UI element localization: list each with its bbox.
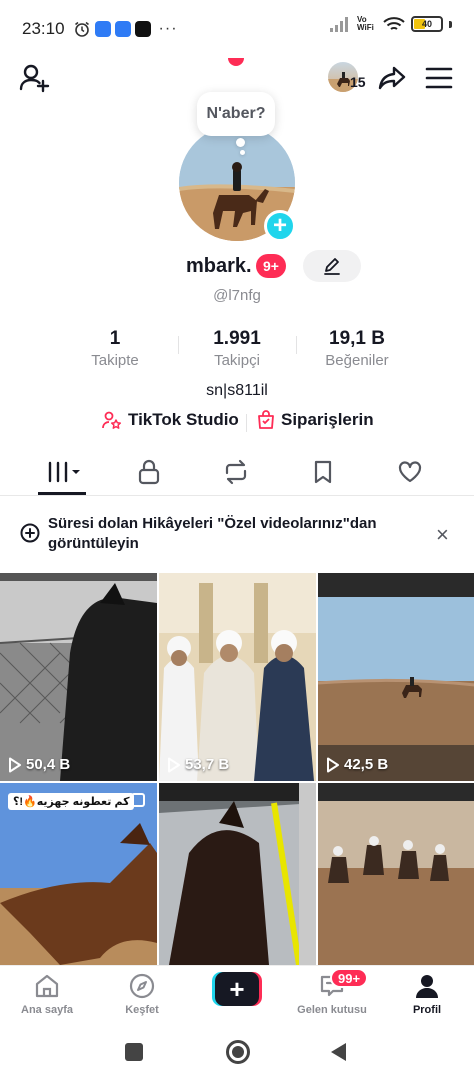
tab-favorites[interactable] (303, 456, 343, 488)
tab-reposts[interactable] (216, 456, 256, 488)
expired-stories-banner[interactable]: Süresi dolan Hikâyeleri "Özel videoların… (0, 506, 474, 564)
orders-link[interactable]: Siparişlerin (257, 410, 374, 430)
inbox-badge: 99+ (330, 968, 369, 988)
signal-icon (330, 17, 348, 32)
play-icon (9, 757, 21, 772)
plus-icon: + (215, 972, 259, 1006)
views-count: 53,7 B (167, 756, 229, 773)
video-thumbnail[interactable] (159, 783, 316, 991)
add-user-icon[interactable] (18, 62, 50, 94)
status-time: 23:10 (22, 19, 65, 38)
views-count: 50,4 B (8, 756, 70, 773)
tab-liked[interactable] (390, 456, 430, 488)
name-row: mbark. 9+ (0, 250, 474, 284)
add-story-button[interactable]: + (264, 210, 296, 242)
create-button[interactable]: + (212, 972, 262, 1006)
edit-profile-button[interactable] (303, 250, 361, 282)
nav-explore[interactable]: Keşfet (97, 972, 187, 1016)
tab-videos[interactable] (42, 456, 82, 488)
more-notifications-icon: ··· (158, 20, 178, 37)
bottom-navigation: Ana sayfa Keşfet + Gelen kutusu 99+ Prof… (0, 965, 474, 1027)
stat-likes[interactable]: 19,1 B Beğeniler (292, 328, 422, 369)
video-thumbnail[interactable]: 50,4 B (0, 573, 157, 781)
pencil-icon (324, 258, 340, 275)
content-tabs (0, 452, 474, 496)
video-grid: 50,4 B 53,7 B 42,5 B كم تعطونه جهزيه🔥!؟ (0, 573, 474, 991)
profile-stats: 1 Takipte 1.991 Takipçi 19,1 B Beğeniler (0, 328, 474, 372)
profile-icon (416, 975, 438, 998)
note-bubble[interactable]: N'aber? (197, 92, 275, 136)
video-caption-tag: كم تعطونه جهزيه🔥!؟ (8, 793, 135, 810)
share-icon[interactable] (376, 62, 408, 94)
play-icon (168, 757, 180, 772)
username: mbark. (186, 255, 252, 277)
active-tab-indicator (38, 492, 86, 495)
notification-badge[interactable]: 9+ (256, 254, 286, 278)
video-thumbnail[interactable]: كم تعطونه جهزيه🔥!؟ (0, 783, 157, 991)
video-thumbnail[interactable]: 42,5 B (318, 573, 474, 781)
video-thumbnail[interactable] (318, 783, 474, 991)
bookmark-icon (314, 460, 332, 484)
home-icon (35, 974, 59, 998)
battery-icon: 40 (411, 16, 443, 32)
back-button[interactable] (328, 1041, 348, 1063)
menu-icon[interactable] (424, 64, 454, 92)
tiktok-notification-icon (134, 21, 151, 37)
wifi-icon (383, 17, 405, 30)
home-button[interactable] (226, 1040, 250, 1064)
system-navigation (0, 1027, 474, 1080)
grid-icon (48, 461, 80, 483)
add-story-icon (20, 523, 40, 543)
video-thumbnail[interactable]: 53,7 B (159, 573, 316, 781)
stat-following[interactable]: 1 Takipte (50, 328, 180, 369)
banner-text: Süresi dolan Hikâyeleri "Özel videoların… (48, 515, 377, 552)
shopping-bag-icon (258, 410, 274, 429)
tiktok-studio-link[interactable]: TikTok Studio (102, 410, 239, 430)
repost-icon (225, 459, 247, 485)
vowifi-label: Vo WiFi (357, 15, 374, 32)
play-icon (327, 757, 339, 772)
compass-icon (129, 973, 155, 999)
close-icon[interactable]: × (436, 522, 449, 548)
heart-icon (398, 461, 422, 483)
alarm-icon (74, 21, 89, 37)
nav-home[interactable]: Ana sayfa (2, 972, 92, 1016)
stat-followers[interactable]: 1.991 Takipçi (172, 328, 302, 369)
lock-icon (138, 459, 160, 485)
recent-apps-button[interactable] (125, 1043, 143, 1061)
status-bar: 23:10 ··· Vo WiFi 40 (0, 0, 474, 58)
multi-image-icon (131, 793, 145, 807)
profile-bio: sn|s811il (206, 382, 268, 399)
app-notification-icon (94, 21, 111, 37)
views-count: 42,5 B (326, 756, 388, 773)
friends-count: 15 (350, 74, 366, 90)
user-handle: @l7nfg (213, 287, 261, 304)
profile-links: TikTok Studio Siparişlerin (0, 410, 474, 438)
app-notification-icon (114, 21, 131, 37)
tab-private[interactable] (129, 456, 169, 488)
nav-profile[interactable]: Profil (382, 972, 472, 1016)
person-star-icon (102, 411, 122, 429)
